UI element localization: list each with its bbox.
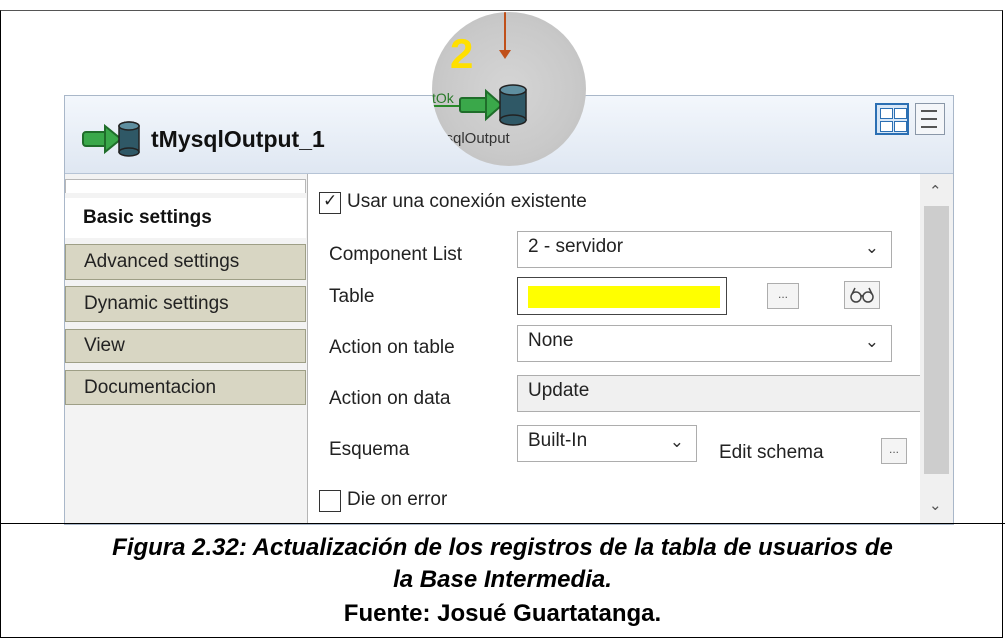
tab-view[interactable]: View — [65, 329, 306, 363]
caption-divider — [0, 523, 1005, 524]
action-on-data-label: Action on data — [329, 388, 451, 409]
grid-view-icon[interactable] — [875, 103, 909, 135]
table-input[interactable] — [517, 277, 727, 315]
component-list-select[interactable]: 2 - servidor ⌄ — [517, 231, 892, 268]
edit-schema-button[interactable]: ... — [881, 438, 907, 464]
die-on-error-label: Die on error — [347, 489, 448, 510]
scroll-up-icon[interactable]: ⌃ — [929, 182, 942, 200]
chevron-down-icon: ⌄ — [669, 432, 684, 452]
vertical-scrollbar[interactable]: ⌃ ⌄ — [920, 174, 953, 524]
table-label: Table — [329, 286, 375, 307]
component-list-label: Component List — [329, 244, 463, 265]
esquema-label: Esquema — [329, 439, 410, 460]
schema-value: Built-In — [528, 430, 588, 451]
use-existing-connection-label: Usar una conexión existente — [347, 191, 587, 212]
step-number: 2 — [450, 30, 474, 77]
schema-select[interactable]: Built-In ⌄ — [517, 425, 697, 462]
action-on-data-select[interactable]: Update — [517, 375, 922, 412]
scrollbar-thumb[interactable] — [924, 206, 949, 474]
checkmark-icon: ✓ — [323, 191, 338, 211]
mysql-node-icon — [432, 84, 527, 126]
figure-caption-line-2: la Base Intermedia. — [393, 566, 612, 593]
tab-advanced-settings[interactable]: Advanced settings — [65, 244, 306, 280]
chevron-down-icon: ⌄ — [864, 332, 879, 352]
glasses-icon[interactable] — [844, 281, 880, 309]
figure-source: Fuente: Josué Guartatanga. — [343, 600, 662, 627]
use-existing-connection-checkbox[interactable]: ✓ — [319, 191, 341, 214]
action-on-data-value: Update — [528, 380, 590, 401]
tab-basic-settings[interactable]: Basic settings — [65, 198, 306, 238]
node-label: ysqlOutput — [438, 130, 510, 147]
scroll-down-icon[interactable]: ⌄ — [929, 496, 942, 514]
tab-dynamic-settings[interactable]: Dynamic settings — [65, 286, 306, 322]
component-title: tMysqlOutput_1 — [151, 126, 325, 152]
component-list-value: 2 - servidor — [528, 236, 624, 257]
die-on-error-checkbox[interactable] — [319, 490, 341, 512]
action-on-table-label: Action on table — [329, 337, 455, 358]
basic-settings-form: ✓ Usar una conexión existente Component … — [309, 174, 922, 524]
magnified-node-overlay: 2 tOk ysqlOutput — [432, 12, 586, 166]
action-on-table-select[interactable]: None ⌄ — [517, 325, 892, 362]
chevron-down-icon: ⌄ — [864, 238, 879, 258]
action-on-table-value: None — [528, 330, 574, 351]
list-view-icon[interactable] — [915, 103, 945, 135]
edit-schema-label: Edit schema — [719, 442, 824, 463]
table-browse-button[interactable]: ... — [767, 283, 799, 309]
tab-strip — [65, 179, 306, 193]
settings-tabs: Basic settings Advanced settings Dynamic… — [65, 174, 308, 524]
figure-caption-line-1: Figura 2.32: Actualización de los regist… — [112, 534, 893, 561]
mysql-output-icon — [82, 121, 140, 157]
tab-documentacion[interactable]: Documentacion — [65, 370, 306, 405]
table-highlight — [528, 286, 720, 308]
